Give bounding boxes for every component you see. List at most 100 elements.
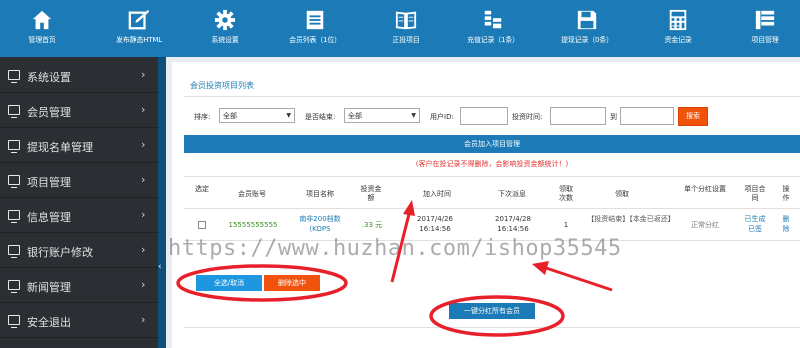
select-all-button[interactable]: 全选/取消 xyxy=(196,275,262,291)
floppy-icon xyxy=(577,10,597,30)
nav-fund-records[interactable]: 资金记录 xyxy=(626,0,730,57)
sidebar-item-label: 新闻管理 xyxy=(27,281,71,294)
row-claim-status: 【投资结束】【本金已返还】 xyxy=(587,215,675,223)
calculator-icon xyxy=(669,9,687,31)
col-header-bonus-setting: 单个分红设置 xyxy=(684,185,726,193)
sidebar-item-label: 信息管理 xyxy=(27,211,71,224)
sidebar-item-label: 会员管理 xyxy=(27,106,71,119)
dropdown-arrow-icon: ▼ xyxy=(286,112,291,119)
nav-recharge-records-label: 充值记录（1条） xyxy=(467,36,519,44)
divider xyxy=(184,96,800,97)
collapse-sidebar-icon[interactable]: ‹ xyxy=(158,262,162,272)
col-header-select: 选定 xyxy=(195,185,209,193)
sidebar-item-member-management[interactable]: 会员管理 › xyxy=(0,94,158,128)
table-notice: (客户在投记录不得删除，会影响投资金额统计！) xyxy=(415,160,569,168)
delete-selected-button[interactable]: 删除选中 xyxy=(264,275,320,291)
coins-icon xyxy=(484,10,502,29)
chevron-right-icon: › xyxy=(141,103,146,116)
nav-recharge-records[interactable]: 充值记录（1条） xyxy=(438,0,548,57)
row-contract[interactable]: 已生成 已签 xyxy=(743,214,767,234)
sort-label: 排序: xyxy=(194,113,211,121)
monitor-icon xyxy=(8,175,20,188)
monitor-icon xyxy=(8,210,20,223)
monitor-icon xyxy=(8,70,20,83)
row-next-payout: 2017/4/28 16:14:56 xyxy=(495,215,531,233)
monitor-icon xyxy=(8,140,20,153)
chevron-right-icon: › xyxy=(141,173,146,186)
sidebar-item-system-settings[interactable]: 系统设置 › xyxy=(0,59,158,93)
page-title: 会员投资项目列表 xyxy=(190,81,254,90)
start-date-input[interactable] xyxy=(550,107,606,125)
row-project-name[interactable]: 南非200档数(KOPS xyxy=(292,214,348,234)
row-account[interactable]: 15555555555 xyxy=(222,220,284,230)
col-header-project: 项目名称 xyxy=(306,190,334,198)
chevron-right-icon: › xyxy=(141,68,146,81)
watermark: https://www.huzhan.com/ishop35545 xyxy=(168,236,622,261)
nav-publish-html-label: 发布静态HTML xyxy=(116,36,162,44)
sidebar-item-label: 系统设置 xyxy=(27,71,71,84)
nav-project-management[interactable]: 项目管理 xyxy=(730,0,800,57)
row-bonus-setting[interactable]: 正常分红 xyxy=(682,220,728,230)
nav-home-label: 管理首页 xyxy=(28,36,56,44)
nav-publish-html[interactable]: 发布静态HTML xyxy=(84,0,194,57)
nav-withdraw-records[interactable]: 提现记录（0条） xyxy=(548,0,626,57)
chevron-right-icon: › xyxy=(141,278,146,291)
col-header-next-payout: 下次派息 xyxy=(498,190,526,198)
user-id-input[interactable] xyxy=(460,107,508,125)
divider xyxy=(184,327,800,328)
monitor-icon xyxy=(8,245,20,258)
home-icon xyxy=(32,10,52,30)
sidebar-scroll-strip xyxy=(158,57,166,348)
monitor-icon xyxy=(8,280,20,293)
ended-select-value: 全部 xyxy=(348,112,362,120)
sidebar-item-logout[interactable]: 安全退出 › xyxy=(0,304,158,338)
chevron-right-icon: › xyxy=(141,243,146,256)
nav-withdraw-records-label: 提现记录（0条） xyxy=(561,36,613,44)
nav-home[interactable]: 管理首页 xyxy=(0,0,84,57)
chevron-right-icon: › xyxy=(141,208,146,221)
row-claim-times: 1 xyxy=(563,221,569,229)
nav-system-settings-label: 系统设置 xyxy=(211,36,239,44)
chevron-right-icon: › xyxy=(141,313,146,326)
nav-member-list[interactable]: 会员列表（1位） xyxy=(256,0,374,57)
col-header-contract: 项目合同 xyxy=(744,185,766,202)
col-header-account: 会员账号 xyxy=(238,190,266,198)
bonus-all-members-button[interactable]: 一键分红所有会员 xyxy=(449,303,535,319)
monitor-icon xyxy=(8,105,20,118)
divider xyxy=(184,176,800,177)
col-header-amount: 投资金额 xyxy=(360,185,382,202)
col-header-claim-times: 领取次数 xyxy=(559,185,573,202)
divider xyxy=(184,208,800,209)
book-icon xyxy=(395,11,417,30)
member-list-icon xyxy=(306,10,324,30)
sort-select[interactable]: 全部 ▼ xyxy=(219,108,295,123)
sidebar-item-news-management[interactable]: 新闻管理 › xyxy=(0,269,158,303)
main-panel: 会员投资项目列表 排序: 全部 ▼ 是否结束: 全部 ▼ 用户ID: 投资时间: 到… xyxy=(172,62,800,348)
edit-icon xyxy=(128,9,150,30)
row-delete-link[interactable]: 删除 xyxy=(780,214,792,234)
table-title-bar: 会员加入项目管理 xyxy=(184,135,800,153)
sidebar-item-project-management[interactable]: 项目管理 › xyxy=(0,164,158,198)
nav-member-list-label: 会员列表（1位） xyxy=(289,36,341,44)
col-header-claim: 领取 xyxy=(615,190,629,198)
sidebar-item-bank-account[interactable]: 银行账户修改 › xyxy=(0,234,158,268)
user-id-label: 用户ID: xyxy=(430,113,454,121)
ended-select[interactable]: 全部 ▼ xyxy=(344,108,420,123)
col-header-action: 操作 xyxy=(782,185,790,202)
nav-fund-records-label: 资金记录 xyxy=(664,36,692,44)
dropdown-arrow-icon: ▼ xyxy=(411,112,416,119)
col-header-join-time: 加入时间 xyxy=(423,190,451,198)
row-amount: .33 元 xyxy=(361,221,383,229)
nav-active-projects[interactable]: 正投项目 xyxy=(374,0,438,57)
end-date-input[interactable] xyxy=(620,107,674,125)
sort-select-value: 全部 xyxy=(223,112,237,120)
monitor-icon xyxy=(8,315,20,328)
sidebar-item-info-management[interactable]: 信息管理 › xyxy=(0,199,158,233)
nav-system-settings[interactable]: 系统设置 xyxy=(194,0,256,57)
chevron-right-icon: › xyxy=(141,138,146,151)
sidebar-item-withdraw-list[interactable]: 提现名单管理 › xyxy=(0,129,158,163)
sidebar-item-label: 银行账户修改 xyxy=(27,246,93,259)
row-checkbox[interactable] xyxy=(198,221,206,229)
search-button[interactable]: 搜索 xyxy=(678,107,708,126)
top-navigation-bar: 管理首页 发布静态HTML 系统设置 会员列表（1位） 正投项目 充值记录（1条… xyxy=(0,0,800,57)
